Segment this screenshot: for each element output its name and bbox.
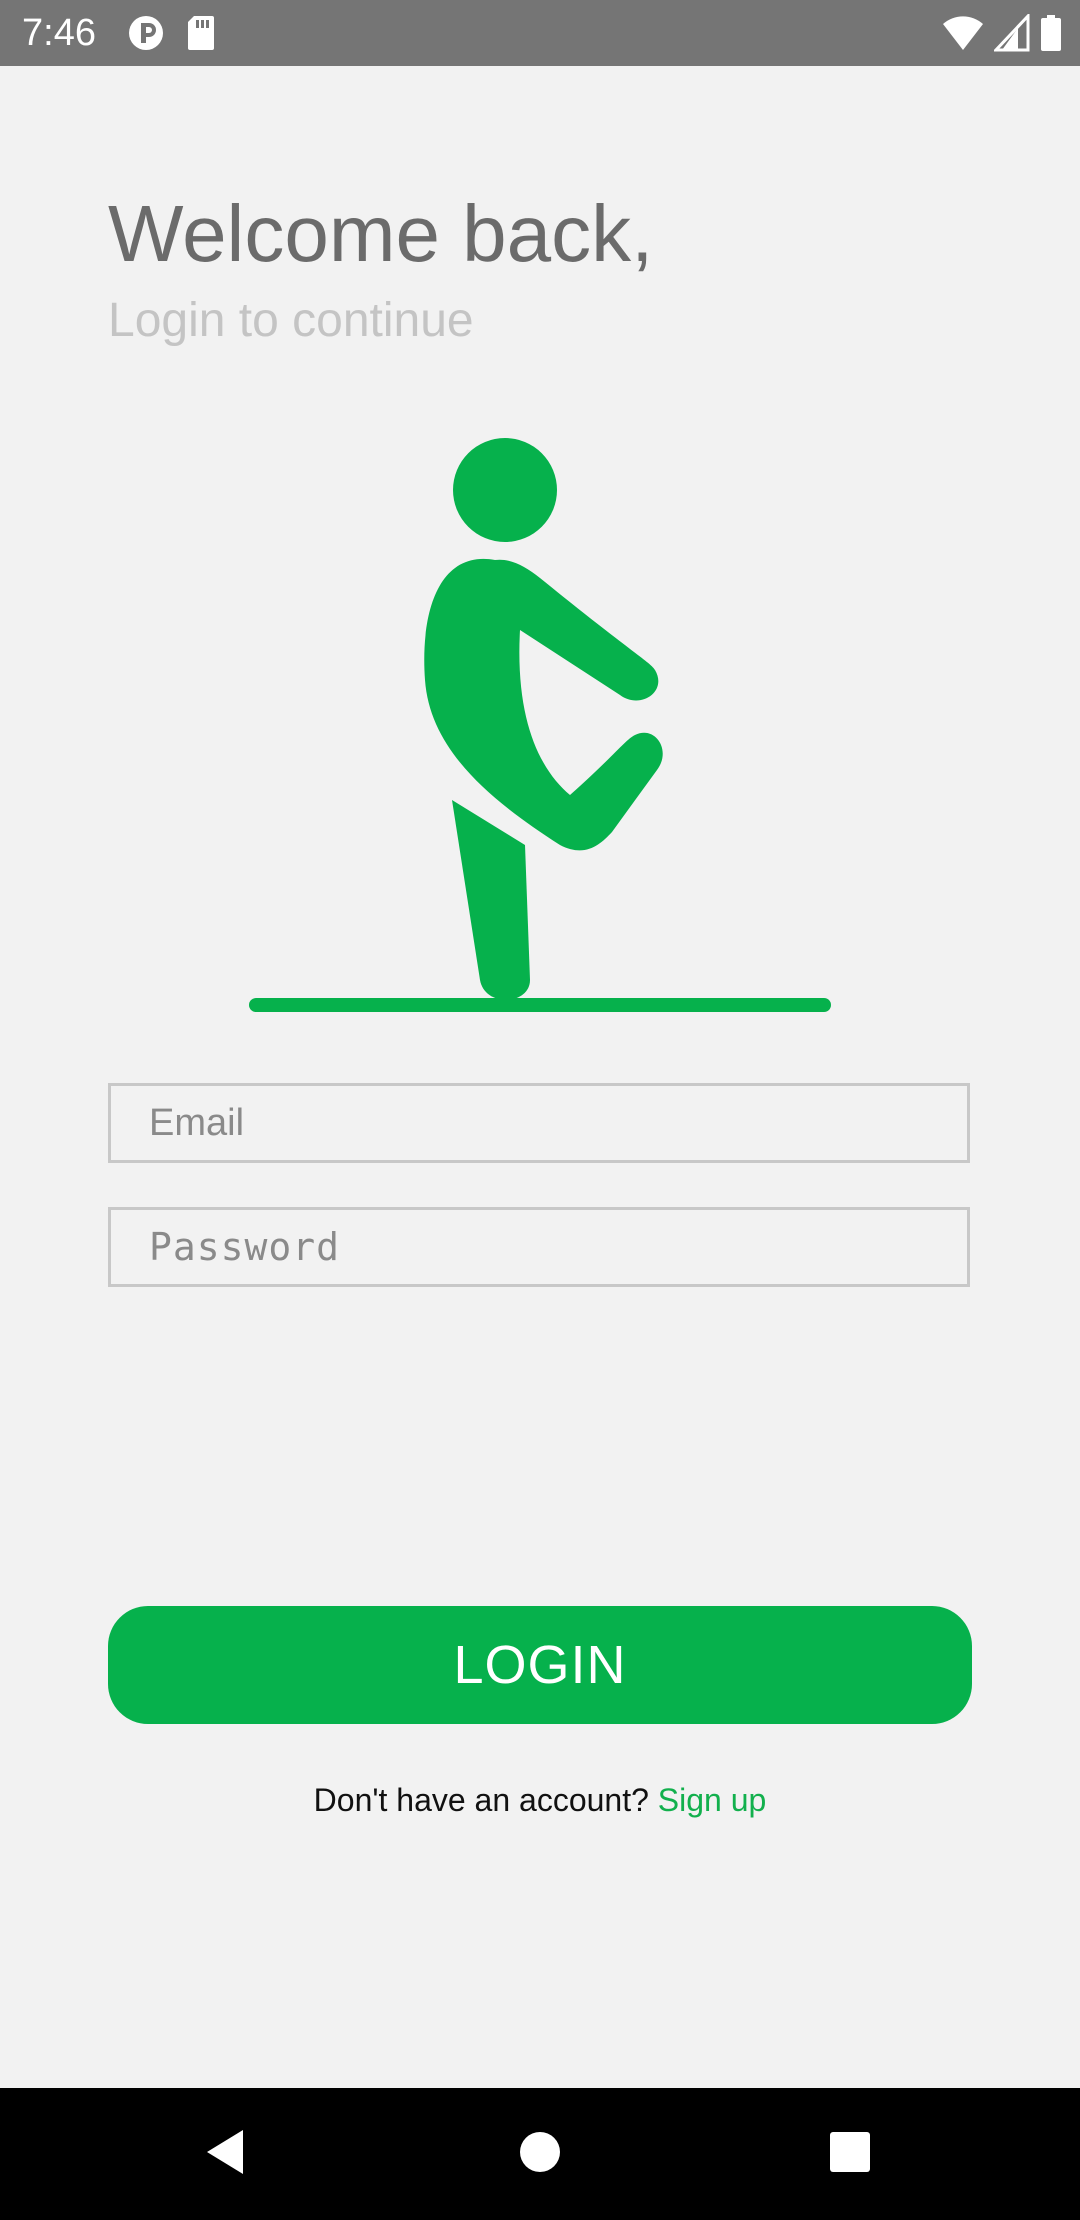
signup-link[interactable]: Sign up: [658, 1782, 767, 1818]
email-field[interactable]: [108, 1083, 970, 1163]
status-left-icons: [126, 14, 216, 52]
status-time: 7:46: [22, 12, 96, 54]
wifi-icon: [942, 14, 984, 52]
recents-button[interactable]: [810, 2114, 890, 2194]
signup-prompt-line: Don't have an account? Sign up: [0, 1780, 1080, 1820]
cell-signal-icon: [992, 12, 1030, 52]
navigation-bar: [0, 2088, 1080, 2220]
sd-card-icon: [186, 14, 216, 52]
signup-prompt-text: Don't have an account?: [313, 1782, 649, 1818]
page-subtitle: Login to continue: [108, 294, 474, 347]
page-title: Welcome back,: [108, 189, 654, 278]
back-button[interactable]: [186, 2114, 266, 2194]
login-button[interactable]: LOGIN: [108, 1606, 972, 1724]
status-bar: 7:46: [0, 0, 1080, 66]
login-screen: 7:46 Welcome back, Login to continue Ema…: [0, 0, 1080, 2220]
home-icon: [518, 2130, 562, 2179]
status-right-icons: [942, 12, 1062, 52]
app-notification-icon: [126, 14, 166, 52]
stretching-person-icon: [240, 430, 840, 1030]
recents-icon: [829, 2131, 871, 2178]
battery-icon: [1040, 14, 1062, 52]
password-field[interactable]: [108, 1207, 970, 1287]
back-icon: [203, 2127, 249, 2182]
home-button[interactable]: [500, 2114, 580, 2194]
